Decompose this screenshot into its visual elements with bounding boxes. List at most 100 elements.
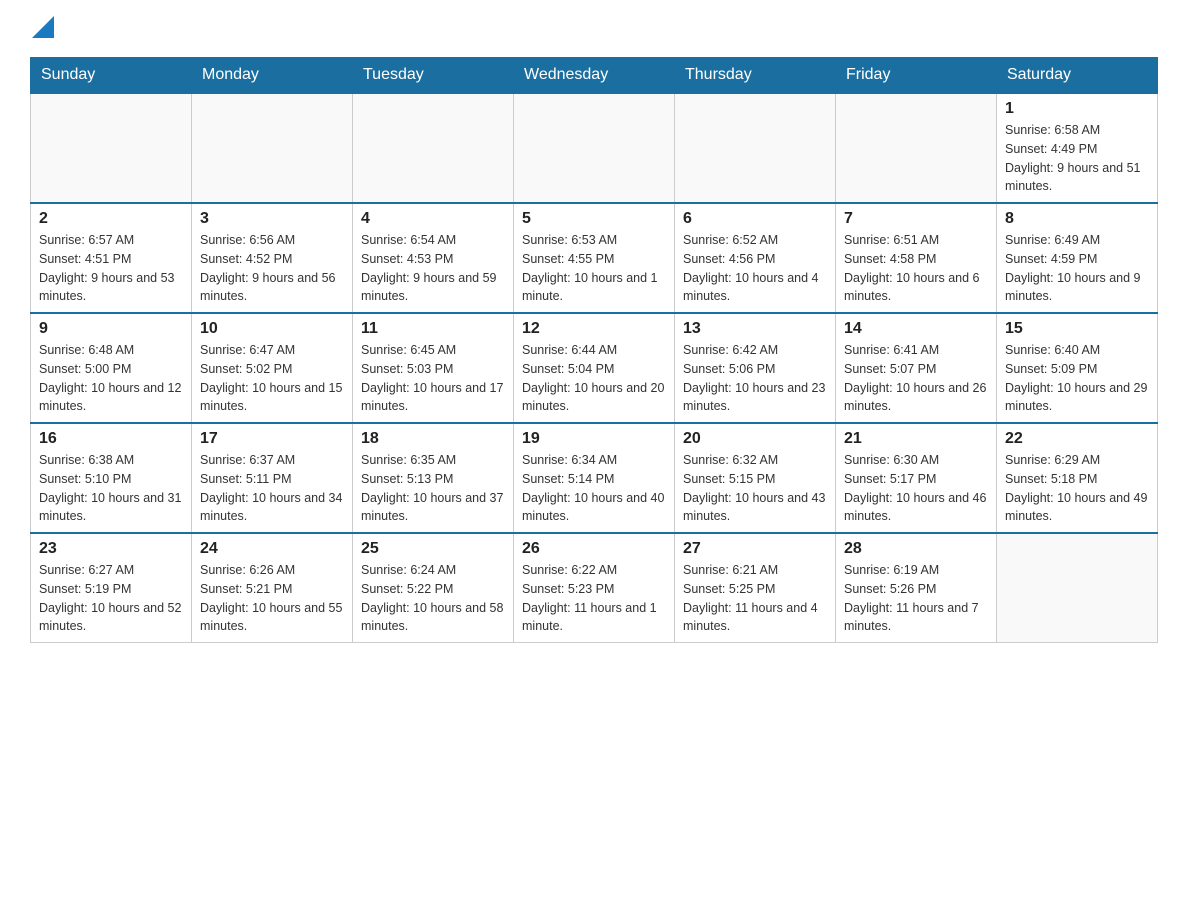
day-info: Sunrise: 6:56 AMSunset: 4:52 PMDaylight:… xyxy=(200,231,344,306)
calendar-day-cell: 24Sunrise: 6:26 AMSunset: 5:21 PMDayligh… xyxy=(192,533,353,643)
calendar-day-cell: 2 Sunrise: 6:57 AMSunset: 4:51 PMDaylight… xyxy=(31,203,192,313)
day-number: 22 xyxy=(1005,430,1149,448)
calendar-day-cell: 15 Sunrise: 6:40 AMSunset: 5:09 PMDayligh… xyxy=(997,313,1158,423)
calendar-day-cell: 1Sunrise: 6:58 AMSunset: 4:49 PMDaylight… xyxy=(997,93,1158,203)
day-info: Sunrise: 6:37 AMSunset: 5:11 PMDaylight:… xyxy=(200,451,344,526)
day-of-week-header: Friday xyxy=(836,58,997,94)
calendar-day-cell: 25 Sunrise: 6:24 AMSunset: 5:22 PMDayligh… xyxy=(353,533,514,643)
day-info: Sunrise: 6:44 AMSunset: 5:04 PMDaylight:… xyxy=(522,341,666,416)
calendar-day-cell xyxy=(31,93,192,203)
calendar-day-cell: 4 Sunrise: 6:54 AMSunset: 4:53 PMDaylight… xyxy=(353,203,514,313)
day-info: Sunrise: 6:38 AMSunset: 5:10 PMDaylight:… xyxy=(39,451,183,526)
calendar-day-cell: 21 Sunrise: 6:30 AMSunset: 5:17 PMDayligh… xyxy=(836,423,997,533)
day-number: 28 xyxy=(844,540,988,558)
calendar-day-cell: 26 Sunrise: 6:22 AMSunset: 5:23 PMDayligh… xyxy=(514,533,675,643)
day-number: 19 xyxy=(522,430,666,448)
calendar-day-cell xyxy=(192,93,353,203)
calendar-table: SundayMondayTuesdayWednesdayThursdayFrid… xyxy=(30,57,1158,643)
day-number: 7 xyxy=(844,210,988,228)
day-of-week-header: Thursday xyxy=(675,58,836,94)
logo-triangle-icon xyxy=(32,16,54,38)
day-info: Sunrise: 6:47 AMSunset: 5:02 PMDaylight:… xyxy=(200,341,344,416)
calendar-day-cell: 10 Sunrise: 6:47 AMSunset: 5:02 PMDayligh… xyxy=(192,313,353,423)
day-info: Sunrise: 6:42 AMSunset: 5:06 PMDaylight:… xyxy=(683,341,827,416)
day-number: 20 xyxy=(683,430,827,448)
calendar-week-row: 1Sunrise: 6:58 AMSunset: 4:49 PMDaylight… xyxy=(31,93,1158,203)
calendar-day-cell: 22 Sunrise: 6:29 AMSunset: 5:18 PMDayligh… xyxy=(997,423,1158,533)
day-number: 24 xyxy=(200,540,344,558)
calendar-day-cell: 3 Sunrise: 6:56 AMSunset: 4:52 PMDaylight… xyxy=(192,203,353,313)
day-number: 21 xyxy=(844,430,988,448)
day-number: 26 xyxy=(522,540,666,558)
day-number: 13 xyxy=(683,320,827,338)
day-of-week-header: Saturday xyxy=(997,58,1158,94)
day-number: 15 xyxy=(1005,320,1149,338)
day-info: Sunrise: 6:54 AMSunset: 4:53 PMDaylight:… xyxy=(361,231,505,306)
day-info: Sunrise: 6:29 AMSunset: 5:18 PMDaylight:… xyxy=(1005,451,1149,526)
calendar-day-cell: 9 Sunrise: 6:48 AMSunset: 5:00 PMDaylight… xyxy=(31,313,192,423)
calendar-day-cell: 8 Sunrise: 6:49 AMSunset: 4:59 PMDaylight… xyxy=(997,203,1158,313)
day-info: Sunrise: 6:21 AMSunset: 5:25 PMDaylight:… xyxy=(683,561,827,636)
day-number: 18 xyxy=(361,430,505,448)
day-info: Sunrise: 6:45 AMSunset: 5:03 PMDaylight:… xyxy=(361,341,505,416)
calendar-day-cell: 23Sunrise: 6:27 AMSunset: 5:19 PMDayligh… xyxy=(31,533,192,643)
day-number: 16 xyxy=(39,430,183,448)
logo xyxy=(30,20,54,47)
day-number: 2 xyxy=(39,210,183,228)
page-header xyxy=(30,20,1158,47)
day-number: 23 xyxy=(39,540,183,558)
day-number: 10 xyxy=(200,320,344,338)
day-info: Sunrise: 6:24 AMSunset: 5:22 PMDaylight:… xyxy=(361,561,505,636)
day-number: 6 xyxy=(683,210,827,228)
calendar-day-cell: 11 Sunrise: 6:45 AMSunset: 5:03 PMDayligh… xyxy=(353,313,514,423)
day-of-week-header: Tuesday xyxy=(353,58,514,94)
calendar-day-cell: 19 Sunrise: 6:34 AMSunset: 5:14 PMDayligh… xyxy=(514,423,675,533)
calendar-day-cell xyxy=(675,93,836,203)
day-info: Sunrise: 6:34 AMSunset: 5:14 PMDaylight:… xyxy=(522,451,666,526)
calendar-day-cell: 18 Sunrise: 6:35 AMSunset: 5:13 PMDayligh… xyxy=(353,423,514,533)
calendar-day-cell: 6 Sunrise: 6:52 AMSunset: 4:56 PMDaylight… xyxy=(675,203,836,313)
calendar-day-cell: 28 Sunrise: 6:19 AMSunset: 5:26 PMDayligh… xyxy=(836,533,997,643)
day-info: Sunrise: 6:53 AMSunset: 4:55 PMDaylight:… xyxy=(522,231,666,306)
day-of-week-header: Sunday xyxy=(31,58,192,94)
day-info: Sunrise: 6:49 AMSunset: 4:59 PMDaylight:… xyxy=(1005,231,1149,306)
day-info: Sunrise: 6:51 AMSunset: 4:58 PMDaylight:… xyxy=(844,231,988,306)
day-number: 3 xyxy=(200,210,344,228)
day-info: Sunrise: 6:48 AMSunset: 5:00 PMDaylight:… xyxy=(39,341,183,416)
calendar-day-cell xyxy=(514,93,675,203)
calendar-day-cell: 13 Sunrise: 6:42 AMSunset: 5:06 PMDayligh… xyxy=(675,313,836,423)
day-info: Sunrise: 6:19 AMSunset: 5:26 PMDaylight:… xyxy=(844,561,988,636)
day-of-week-header: Monday xyxy=(192,58,353,94)
day-number: 5 xyxy=(522,210,666,228)
day-info: Sunrise: 6:40 AMSunset: 5:09 PMDaylight:… xyxy=(1005,341,1149,416)
day-info: Sunrise: 6:58 AMSunset: 4:49 PMDaylight:… xyxy=(1005,121,1149,196)
calendar-header-row: SundayMondayTuesdayWednesdayThursdayFrid… xyxy=(31,58,1158,94)
day-number: 12 xyxy=(522,320,666,338)
day-number: 14 xyxy=(844,320,988,338)
calendar-day-cell: 5 Sunrise: 6:53 AMSunset: 4:55 PMDaylight… xyxy=(514,203,675,313)
day-number: 25 xyxy=(361,540,505,558)
day-info: Sunrise: 6:52 AMSunset: 4:56 PMDaylight:… xyxy=(683,231,827,306)
calendar-day-cell: 17Sunrise: 6:37 AMSunset: 5:11 PMDayligh… xyxy=(192,423,353,533)
calendar-day-cell xyxy=(353,93,514,203)
calendar-week-row: 16 Sunrise: 6:38 AMSunset: 5:10 PMDayligh… xyxy=(31,423,1158,533)
day-number: 27 xyxy=(683,540,827,558)
day-info: Sunrise: 6:35 AMSunset: 5:13 PMDaylight:… xyxy=(361,451,505,526)
calendar-day-cell xyxy=(997,533,1158,643)
calendar-day-cell: 16 Sunrise: 6:38 AMSunset: 5:10 PMDayligh… xyxy=(31,423,192,533)
calendar-day-cell xyxy=(836,93,997,203)
day-info: Sunrise: 6:22 AMSunset: 5:23 PMDaylight:… xyxy=(522,561,666,636)
calendar-day-cell: 14 Sunrise: 6:41 AMSunset: 5:07 PMDayligh… xyxy=(836,313,997,423)
day-info: Sunrise: 6:57 AMSunset: 4:51 PMDaylight:… xyxy=(39,231,183,306)
calendar-day-cell: 7 Sunrise: 6:51 AMSunset: 4:58 PMDaylight… xyxy=(836,203,997,313)
calendar-day-cell: 27 Sunrise: 6:21 AMSunset: 5:25 PMDayligh… xyxy=(675,533,836,643)
day-info: Sunrise: 6:41 AMSunset: 5:07 PMDaylight:… xyxy=(844,341,988,416)
day-number: 4 xyxy=(361,210,505,228)
calendar-day-cell: 12 Sunrise: 6:44 AMSunset: 5:04 PMDayligh… xyxy=(514,313,675,423)
day-info: Sunrise: 6:30 AMSunset: 5:17 PMDaylight:… xyxy=(844,451,988,526)
day-number: 11 xyxy=(361,320,505,338)
calendar-week-row: 9 Sunrise: 6:48 AMSunset: 5:00 PMDaylight… xyxy=(31,313,1158,423)
day-number: 9 xyxy=(39,320,183,338)
day-number: 8 xyxy=(1005,210,1149,228)
calendar-week-row: 23Sunrise: 6:27 AMSunset: 5:19 PMDayligh… xyxy=(31,533,1158,643)
